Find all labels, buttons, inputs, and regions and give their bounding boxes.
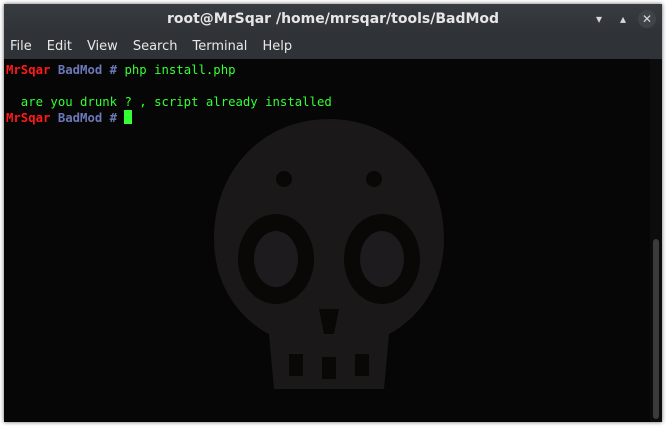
prompt-user: MrSqar (6, 63, 51, 77)
minimize-button[interactable]: ▾ (590, 10, 608, 28)
menu-view[interactable]: View (87, 39, 118, 54)
prompt-symbol: # (109, 111, 118, 125)
scrollbar-thumb[interactable] (653, 239, 659, 419)
command-text: php install.php (124, 63, 236, 77)
menu-edit[interactable]: Edit (47, 39, 72, 54)
terminal-lines: MrSqar BadMod # php install.php are you … (6, 62, 332, 126)
maximize-button[interactable]: ▴ (614, 10, 632, 28)
terminal-output-area[interactable]: MrSqar BadMod # php install.php are you … (4, 59, 650, 422)
skull-icon (214, 119, 444, 389)
output-line: are you drunk ? , script already install… (6, 95, 332, 109)
active-prompt-line[interactable]: MrSqar BadMod # (6, 110, 332, 126)
menu-search[interactable]: Search (133, 39, 178, 54)
prompt-symbol: # (109, 63, 118, 77)
prompt-host: BadMod (57, 111, 103, 125)
text-cursor (124, 110, 133, 124)
vertical-scrollbar[interactable] (650, 59, 662, 422)
menu-terminal[interactable]: Terminal (192, 39, 247, 54)
close-button[interactable]: ✕ (638, 10, 656, 28)
menu-bar: File Edit View Search Terminal Help (4, 34, 662, 59)
command-line: MrSqar BadMod # php install.php (6, 62, 332, 78)
window-title: root@MrSqar /home/mrsqar/tools/BadMod (166, 11, 500, 27)
prompt-host: BadMod (57, 63, 103, 77)
title-bar[interactable]: root@MrSqar /home/mrsqar/tools/BadMod ▾ … (4, 4, 662, 34)
menu-help[interactable]: Help (262, 39, 292, 54)
terminal-window: root@MrSqar /home/mrsqar/tools/BadMod ▾ … (4, 4, 662, 422)
prompt-user: MrSqar (6, 111, 51, 125)
window-controls: ▾ ▴ ✕ (590, 4, 656, 34)
menu-file[interactable]: File (10, 39, 32, 54)
